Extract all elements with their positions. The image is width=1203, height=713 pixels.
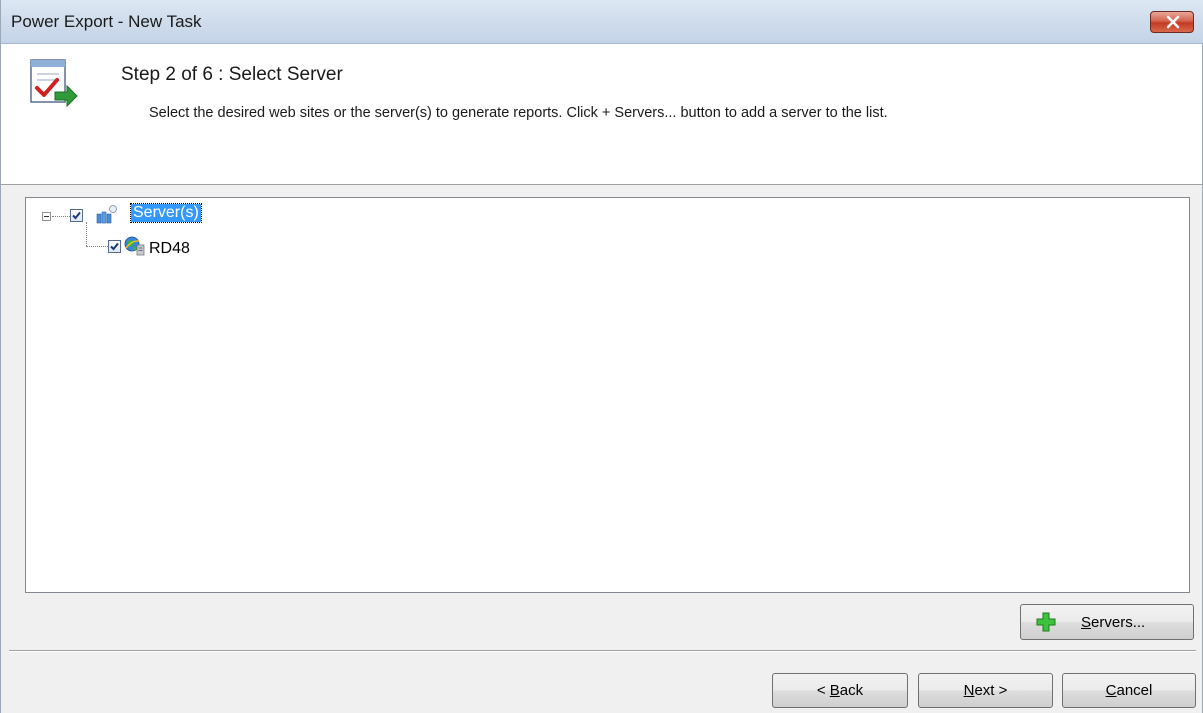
servers-button-label: Servers... [1081,614,1146,631]
server-group-icon [96,205,118,230]
next-button[interactable]: Next > [918,673,1053,708]
close-icon [1166,15,1180,29]
wizard-header: Step 2 of 6 : Select Server Select the d… [1,44,1202,185]
dialog-window: Power Export - New Task Step 2 of 6 : Se… [0,0,1203,713]
report-check-icon [27,58,79,115]
checkmark-icon [110,242,119,251]
footer-separator [9,650,1196,652]
tree-connector [86,246,108,247]
close-button[interactable] [1150,11,1194,33]
step-description: Select the desired web sites or the serv… [149,105,888,121]
tree-connector [52,216,70,217]
back-button[interactable]: < Back [772,673,908,708]
cancel-button-label: Cancel [1105,682,1153,699]
back-button-label: < Back [816,682,864,699]
plus-icon [1036,612,1056,632]
collapse-toggle[interactable] [42,212,51,221]
step-title: Step 2 of 6 : Select Server [121,64,343,85]
next-button-label: Next > [963,682,1008,699]
add-servers-button[interactable]: Servers... [1020,604,1194,640]
tree-connector [86,222,87,246]
title-bar: Power Export - New Task [1,0,1203,44]
checkmark-icon [72,211,81,220]
tree-node-servers[interactable]: Server(s) [130,203,202,223]
web-server-icon [124,236,146,261]
rd48-checkbox[interactable] [108,240,121,253]
window-title: Power Export - New Task [11,12,202,31]
server-tree[interactable]: Server(s) RD48 [25,197,1190,593]
server-group-checkbox[interactable] [70,209,83,222]
tree-node-rd48[interactable]: RD48 [149,240,190,258]
cancel-button[interactable]: Cancel [1062,673,1196,708]
